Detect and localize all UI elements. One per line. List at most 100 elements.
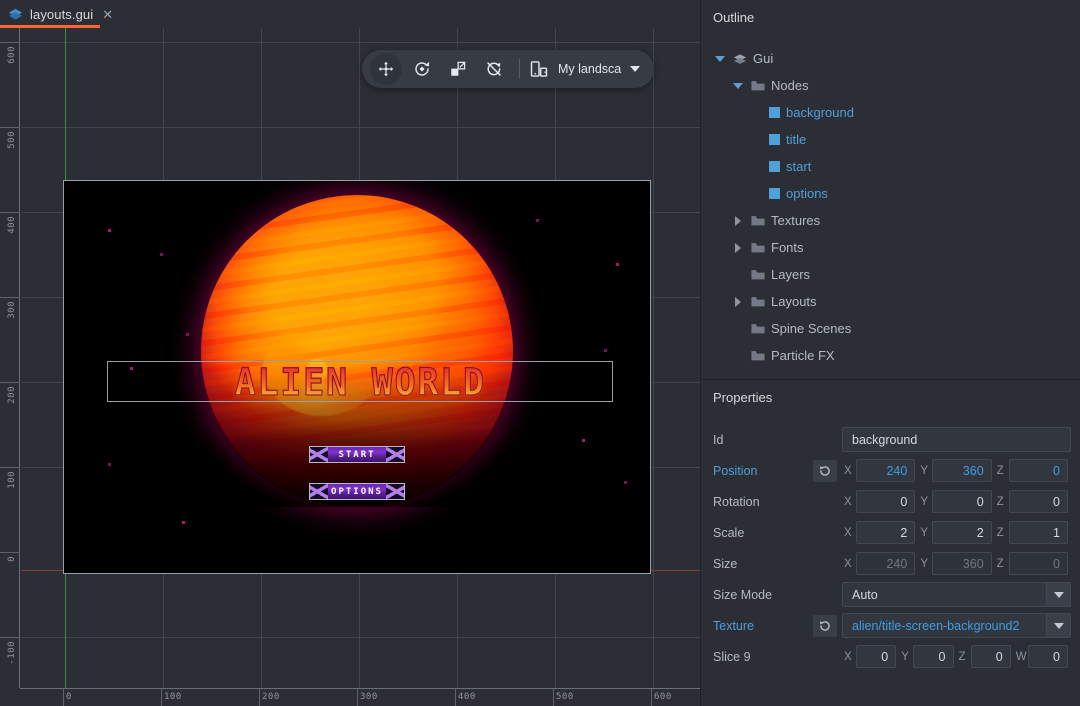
close-icon[interactable]: ✕	[102, 8, 113, 21]
reset-button[interactable]	[813, 615, 837, 637]
twisty-expanded-icon[interactable]	[713, 56, 727, 62]
dropdown-size-mode[interactable]: Auto	[842, 582, 1071, 607]
ruler-tick: 600	[654, 692, 672, 702]
axis-label-x: X	[842, 465, 856, 477]
chevron-down-icon[interactable]	[1046, 614, 1070, 637]
ruler-tick: 500	[556, 692, 574, 702]
flip-tool-button[interactable]	[478, 53, 510, 85]
outline-item-label: Nodes	[771, 78, 809, 93]
property-label: Size Mode	[713, 588, 813, 602]
outline-item-layouts[interactable]: Layouts	[701, 288, 1080, 315]
outline-item-title[interactable]: title	[701, 126, 1080, 153]
outline-panel-title: Outline	[701, 0, 1080, 25]
twisty-expanded-icon[interactable]	[731, 83, 745, 89]
axis-label-y: Y	[918, 558, 932, 570]
axis-label-y: Y	[918, 496, 932, 508]
vertical-ruler: 600 500 400 300 200 100 0 -100	[0, 28, 20, 688]
outline-item-label: start	[786, 159, 811, 174]
move-tool-button[interactable]	[370, 53, 402, 85]
outline-item-start[interactable]: start	[701, 153, 1080, 180]
node-icon	[769, 161, 780, 172]
numeric-field-z[interactable]: 1	[1009, 521, 1068, 544]
ruler-tick: 100	[164, 692, 182, 702]
options-button[interactable]: OPTIONS	[309, 483, 405, 500]
numeric-field-z[interactable]: 0	[1009, 490, 1068, 513]
outline-item-options[interactable]: options	[701, 180, 1080, 207]
numeric-field-z[interactable]: 0	[1009, 459, 1068, 482]
reset-button[interactable]	[813, 460, 837, 482]
axis-label-x: X	[842, 527, 856, 539]
twisty-collapsed-icon[interactable]	[731, 243, 745, 253]
defold-editor-window: layouts.gui ✕	[0, 0, 1080, 706]
folder-icon-wrap	[751, 350, 765, 361]
layout-name-label: My landsca	[558, 62, 621, 76]
outline-item-label: Particle FX	[771, 348, 835, 363]
folder-icon-wrap	[751, 80, 765, 91]
right-panel: Outline Gui Nodes background title start opti…	[700, 0, 1080, 706]
reset-icon	[818, 464, 832, 478]
axis-label-z: Z	[995, 465, 1009, 477]
title-node[interactable]: ALIEN WORLD	[107, 361, 613, 402]
numeric-field-y[interactable]: 0	[932, 490, 991, 513]
ruler-tick: 300	[7, 301, 17, 319]
outline-item-nodes[interactable]: Nodes	[701, 72, 1080, 99]
twisty-collapsed-icon[interactable]	[731, 216, 745, 226]
numeric-field-x[interactable]: 2	[856, 521, 915, 544]
outline-item-background[interactable]: background	[701, 99, 1080, 126]
node-icon	[769, 188, 780, 199]
outline-item-label: title	[786, 132, 806, 147]
ruler-tick: 600	[7, 46, 17, 64]
folder-icon	[751, 269, 765, 280]
numeric-field-w[interactable]: 0	[1028, 645, 1068, 668]
outline-item-textures[interactable]: Textures	[701, 207, 1080, 234]
numeric-field-y[interactable]: 0	[913, 645, 953, 668]
rotate-tool-button[interactable]	[406, 53, 438, 85]
grid-line	[21, 127, 700, 128]
dropdown-value: alien/title-screen-background2	[852, 619, 1019, 633]
outline-item-layers[interactable]: Layers	[701, 261, 1080, 288]
move-icon	[377, 60, 395, 78]
outline-item-label: Fonts	[771, 240, 804, 255]
editor-pane: layouts.gui ✕	[0, 0, 700, 706]
numeric-field-y[interactable]: 360	[932, 459, 991, 482]
outline-item-gui[interactable]: Gui	[701, 45, 1080, 72]
ruler-tick: 500	[7, 131, 17, 149]
chevron-down-icon[interactable]	[630, 66, 640, 72]
axis-label-x: X	[842, 496, 856, 508]
tab-layouts-gui[interactable]: layouts.gui ✕	[0, 0, 122, 28]
outline-item-fonts[interactable]: Fonts	[701, 234, 1080, 261]
gui-scene-preview[interactable]: ALIEN WORLD START OPTIONS	[63, 180, 651, 574]
grid-line	[21, 637, 700, 638]
chevron-down-icon[interactable]	[1046, 583, 1070, 606]
start-button-label: START	[338, 450, 375, 460]
axis-label-y: Y	[918, 527, 932, 539]
dropdown-texture[interactable]: alien/title-screen-background2	[842, 613, 1071, 638]
property-row-position: PositionX240Y360Z0	[701, 455, 1080, 486]
id-input[interactable]: background	[842, 427, 1071, 452]
tab-bar: layouts.gui ✕	[0, 0, 700, 28]
gui-root-icon-wrap	[733, 53, 747, 65]
numeric-field-x[interactable]: 0	[856, 490, 915, 513]
numeric-field-z[interactable]: 0	[971, 645, 1011, 668]
property-label: Scale	[713, 526, 813, 540]
ruler-tick: 100	[7, 471, 17, 489]
property-row-rotation: RotationX0Y0Z0	[701, 486, 1080, 517]
outline-item-spine-scenes[interactable]: Spine Scenes	[701, 315, 1080, 342]
start-button[interactable]: START	[309, 446, 405, 463]
numeric-field-x[interactable]: 0	[856, 645, 896, 668]
scene-viewport[interactable]: ALIEN WORLD START OPTIONS	[21, 28, 700, 688]
ruler-tick: 400	[7, 216, 17, 234]
node-icon-wrap	[769, 188, 780, 199]
scene-toolbar: My landsca	[362, 50, 654, 88]
reset-icon	[818, 619, 832, 633]
toolbar-divider	[519, 59, 520, 79]
scale-tool-button[interactable]	[442, 53, 474, 85]
twisty-collapsed-icon[interactable]	[731, 297, 745, 307]
outline-item-label: Gui	[753, 51, 773, 66]
property-row-slice-9: Slice 9X0Y0Z0W0	[701, 641, 1080, 672]
folder-icon	[751, 80, 765, 91]
numeric-field-y[interactable]: 2	[932, 521, 991, 544]
numeric-field-x[interactable]: 240	[856, 459, 915, 482]
outline-item-particle-fx[interactable]: Particle FX	[701, 342, 1080, 369]
layout-selector[interactable]: My landsca	[529, 59, 642, 79]
